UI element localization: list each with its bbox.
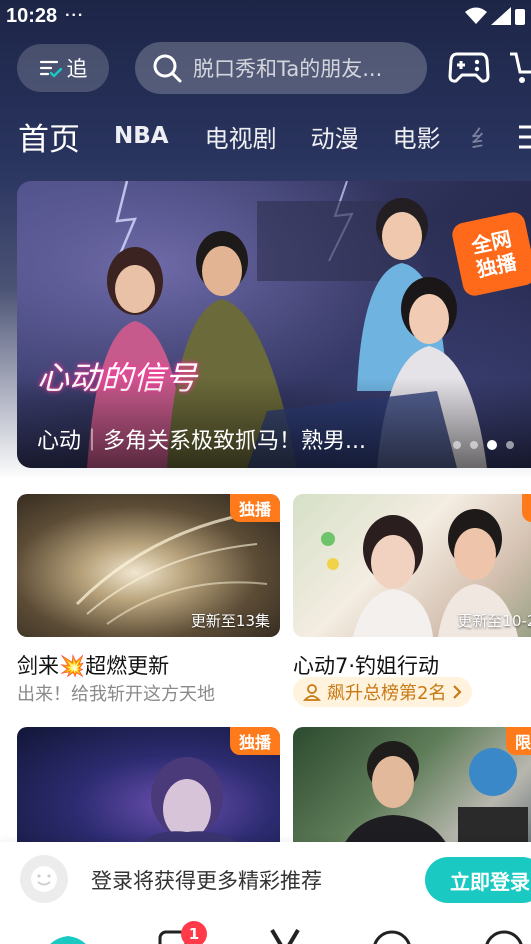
smiley-avatar-icon	[31, 866, 57, 892]
status-time: 10:28	[6, 4, 58, 27]
video-card-thumbnail[interactable]: 限免	[293, 727, 531, 857]
video-card-thumbnail[interactable]: 独 更新至10-22	[293, 494, 531, 637]
card-title[interactable]: 剑来💥超燃更新	[17, 650, 169, 680]
status-bar: 10:28 ···	[0, 0, 531, 32]
tab-faded[interactable]: 纟	[471, 119, 495, 154]
episode-update: 更新至10-22	[457, 612, 531, 630]
login-button[interactable]: 立即登录	[425, 857, 531, 903]
discover-icon[interactable]	[372, 930, 412, 944]
battery-icon	[515, 9, 525, 25]
hero-banner[interactable]: 全网 独播 心动的信号 心动｜多角关系极致抓马！熟男...	[17, 181, 531, 468]
pagination-dot	[506, 441, 514, 449]
exclusive-tag: 独播	[229, 727, 280, 755]
banner-pagination	[453, 440, 514, 450]
tab-tv-series[interactable]: 电视剧	[205, 119, 277, 154]
rank-pill[interactable]: 飙升总榜第2名	[293, 677, 473, 707]
bottom-nav	[0, 918, 531, 944]
home-logo-icon[interactable]	[38, 930, 98, 944]
free-tag: 限免	[505, 727, 531, 755]
tab-home[interactable]: 首页	[18, 114, 80, 159]
exclusive-tag: 独播	[229, 494, 280, 522]
wifi-icon	[465, 7, 487, 24]
video-card-thumbnail[interactable]: 独播 更新至13集	[17, 494, 280, 637]
tab-nba[interactable]: NBA	[114, 123, 169, 149]
top-header: 追 脱口秀和Ta的朋友...	[0, 40, 531, 96]
follow-list-icon	[39, 60, 62, 78]
profile-icon[interactable]	[484, 930, 524, 944]
pagination-dot-active	[487, 440, 497, 450]
channel-tabs: 首页 NBA 电视剧 动漫 电影 纟	[0, 108, 531, 164]
follow-label: 追	[66, 57, 88, 81]
cart-icon[interactable]	[510, 50, 531, 84]
avatar	[20, 855, 68, 903]
search-placeholder: 脱口秀和Ta的朋友...	[193, 57, 383, 81]
chevron-right-icon	[453, 685, 463, 699]
login-prompt-bar: 登录将获得更多精彩推荐 立即登录	[0, 842, 531, 918]
follow-button[interactable]: 追	[17, 44, 109, 92]
status-icons	[465, 7, 525, 25]
banner-caption: 心动｜多角关系极致抓马！熟男...	[37, 429, 366, 454]
tab-movie[interactable]: 电影	[393, 119, 441, 154]
rank-person-icon	[303, 684, 321, 701]
exclusive-badge: 全网 独播	[450, 210, 531, 298]
card-subtitle: 出来！给我斩开这方天地	[17, 684, 215, 705]
video-card-thumbnail[interactable]: 独播	[17, 727, 280, 857]
gamepad-icon[interactable]	[448, 48, 490, 86]
search-icon	[153, 54, 182, 83]
status-more-dots: ···	[65, 7, 85, 24]
search-input[interactable]: 脱口秀和Ta的朋友...	[135, 42, 427, 94]
rank-text: 飙升总榜第2名	[327, 683, 447, 704]
message-count-badge: 1	[181, 921, 207, 944]
vip-icon[interactable]	[270, 928, 300, 944]
card-title[interactable]: 心动7·钓姐行动	[293, 650, 439, 680]
pagination-dot	[453, 441, 461, 449]
tab-anime[interactable]: 动漫	[311, 119, 359, 154]
login-prompt-text: 登录将获得更多精彩推荐	[91, 869, 322, 893]
signal-icon	[491, 7, 511, 25]
pagination-dot	[470, 441, 478, 449]
exclusive-tag: 独	[521, 494, 531, 522]
channel-menu-icon[interactable]	[517, 124, 531, 150]
card-artwork	[338, 741, 528, 857]
episode-update: 更新至13集	[190, 612, 270, 630]
